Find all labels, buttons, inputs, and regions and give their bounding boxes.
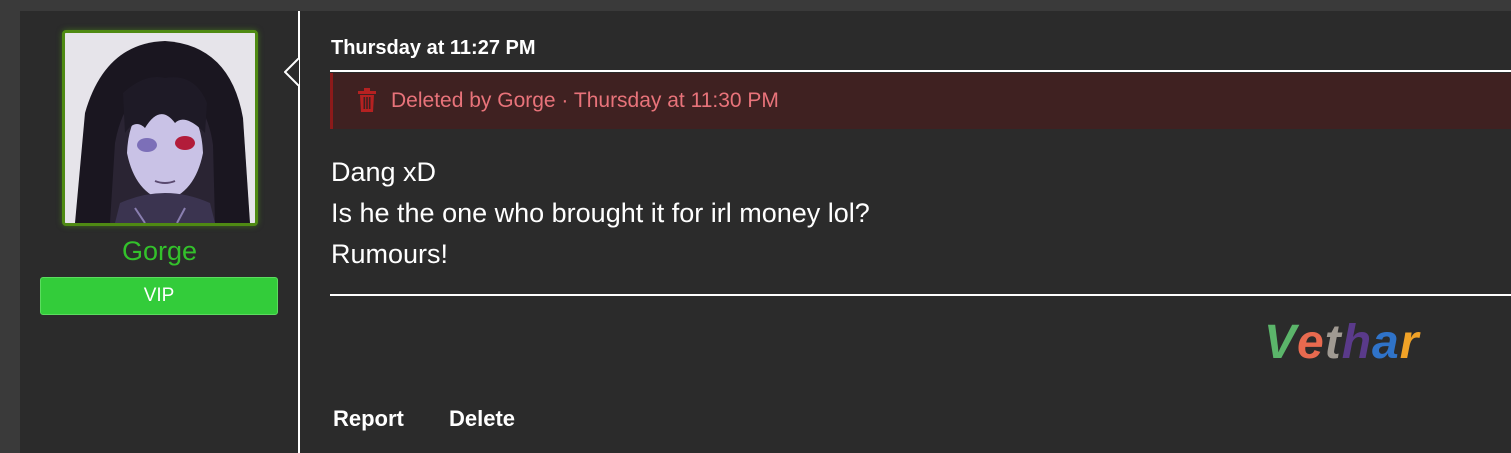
report-button[interactable]: Report xyxy=(333,403,404,435)
signature-letter: V xyxy=(1264,316,1298,369)
signature-divider xyxy=(330,294,1511,296)
message-line: Dang xD xyxy=(331,157,437,187)
deleted-notice-text: Deleted by Gorge · Thursday at 11:30 PM xyxy=(391,89,779,112)
signature-logo: Vethar xyxy=(1264,313,1419,373)
user-panel: Gorge VIP xyxy=(20,11,299,453)
message-line: Rumours! xyxy=(331,239,449,269)
signature-letter: r xyxy=(1399,316,1420,369)
trash-icon xyxy=(358,88,376,112)
deleted-notice: Deleted by Gorge · Thursday at 11:30 PM xyxy=(330,73,1511,129)
left-gutter xyxy=(0,11,20,453)
signature-letter: a xyxy=(1372,316,1400,369)
top-bar xyxy=(0,0,1511,11)
header-divider xyxy=(330,70,1511,72)
post-timestamp[interactable]: Thursday at 11:27 PM xyxy=(331,35,536,61)
speech-notch xyxy=(284,58,300,86)
message-line: Is he the one who brought it for irl mon… xyxy=(331,198,870,228)
delete-button[interactable]: Delete xyxy=(449,403,515,435)
signature-letter: h xyxy=(1341,316,1373,369)
message-body: Dang xD Is he the one who brought it for… xyxy=(331,152,870,275)
signature-letter: e xyxy=(1297,316,1325,369)
user-title-badge: VIP xyxy=(40,277,278,315)
signature-letter: t xyxy=(1324,316,1342,369)
avatar[interactable] xyxy=(62,30,258,226)
username[interactable]: Gorge xyxy=(40,233,279,269)
anime-avatar-image xyxy=(65,33,255,223)
